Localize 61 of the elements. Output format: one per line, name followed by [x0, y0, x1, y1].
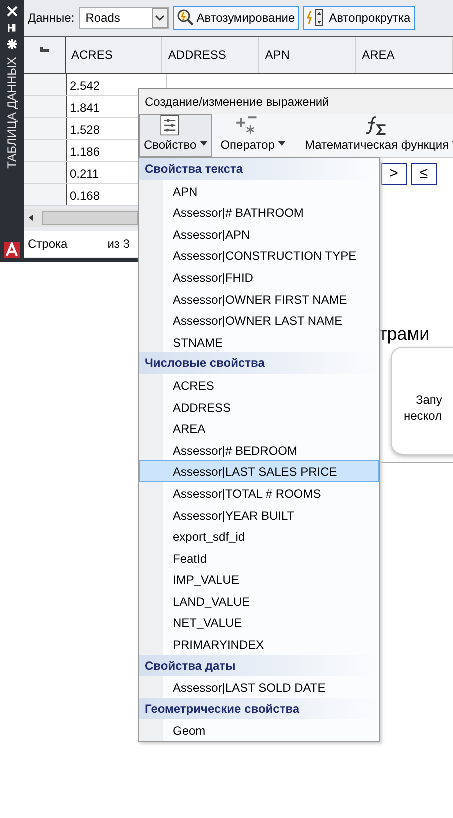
menu-item[interactable]: Assessor|LAST SOLD DATE [139, 676, 379, 698]
row-header[interactable] [24, 118, 67, 139]
close-icon[interactable] [6, 6, 18, 17]
column-header[interactable]: ACRES [66, 37, 162, 73]
caret-icon [278, 141, 286, 146]
column-header[interactable]: ADDRESS [162, 37, 260, 73]
tile-text: нескол [404, 408, 444, 424]
row-header[interactable] [24, 162, 67, 183]
menu-item[interactable]: LAND_VALUE [139, 590, 379, 612]
dialog-title: Создание/изменение выражений [139, 89, 453, 114]
operator-button[interactable]: > [381, 163, 407, 185]
menu-item[interactable]: export_sdf_id [139, 525, 379, 547]
menu-item[interactable]: Geom [139, 719, 379, 742]
menu-item[interactable]: Assessor|CONSTRUCTION TYPE [139, 244, 379, 266]
ribbon-button[interactable]: Математическая функция [300, 114, 453, 157]
data-select[interactable]: Roads [78, 7, 169, 29]
ribbon-button[interactable]: Свойство [139, 114, 212, 157]
column-header[interactable]: AREA [356, 37, 453, 73]
zoom-icon [176, 9, 195, 27]
menu-item[interactable]: ACRES [139, 374, 379, 396]
row-header[interactable] [24, 184, 67, 205]
toolbar-button[interactable]: Автопрокрутка [303, 6, 415, 30]
status-count: из 3 [108, 236, 130, 253]
ribbon-button[interactable]: Оператор [216, 114, 290, 157]
menu-item[interactable]: IMP_VALUE [139, 568, 379, 590]
section-heading: трами [379, 323, 430, 346]
menu-item[interactable]: FeatId [139, 546, 379, 568]
menu-item[interactable]: ADDRESS [139, 396, 379, 418]
tile-card[interactable]: Запу нескол [391, 347, 453, 455]
menu-item[interactable]: PRIMARYINDEX [139, 633, 379, 655]
tile-text: Запу [415, 392, 444, 408]
menu-item[interactable]: STNAME [139, 330, 379, 352]
sort-icon[interactable] [40, 44, 50, 53]
row-header[interactable] [24, 96, 67, 117]
menu-item[interactable]: Assessor|YEAR BUILT [139, 504, 379, 526]
menu-item[interactable]: Assessor|# BEDROOM [139, 438, 379, 460]
list-icon [158, 115, 182, 136]
operator-button[interactable]: ≤ [411, 163, 437, 185]
menu-group-header: Свойства даты [139, 654, 379, 676]
settings-icon[interactable] [6, 39, 18, 50]
status-label: Строка [28, 236, 68, 253]
field-label: Данные: [28, 10, 75, 27]
menu-item[interactable]: Assessor|LAST SALES PRICE [139, 460, 379, 482]
menu-item[interactable]: Assessor|APN [139, 222, 379, 244]
menu-item[interactable]: AREA [139, 417, 379, 439]
palette-title: ТАБЛИЦА ДАННЫХ [4, 57, 20, 169]
row-header[interactable] [24, 74, 67, 95]
menu-group-header: Свойства текста [139, 158, 379, 180]
menu-item[interactable]: NET_VALUE [139, 611, 379, 634]
menu-group-header: Числовые свойства [139, 352, 379, 374]
menu-item[interactable]: Assessor|FHID [139, 266, 379, 288]
menu-group-header: Геометрические свойства [139, 698, 379, 720]
toolbar-button[interactable]: Автозумирование [172, 6, 300, 30]
menu-item[interactable]: Assessor|OWNER FIRST NAME [139, 288, 379, 310]
menu-item[interactable]: Assessor|OWNER LAST NAME [139, 309, 379, 331]
column-header[interactable]: APN [259, 37, 356, 73]
scrollbar-thumb[interactable] [42, 211, 138, 225]
row-header[interactable] [24, 140, 67, 161]
app-logo-icon[interactable] [4, 242, 20, 258]
caret-icon [200, 141, 208, 146]
menu-item[interactable]: Assessor|TOTAL # ROOMS [139, 482, 379, 504]
